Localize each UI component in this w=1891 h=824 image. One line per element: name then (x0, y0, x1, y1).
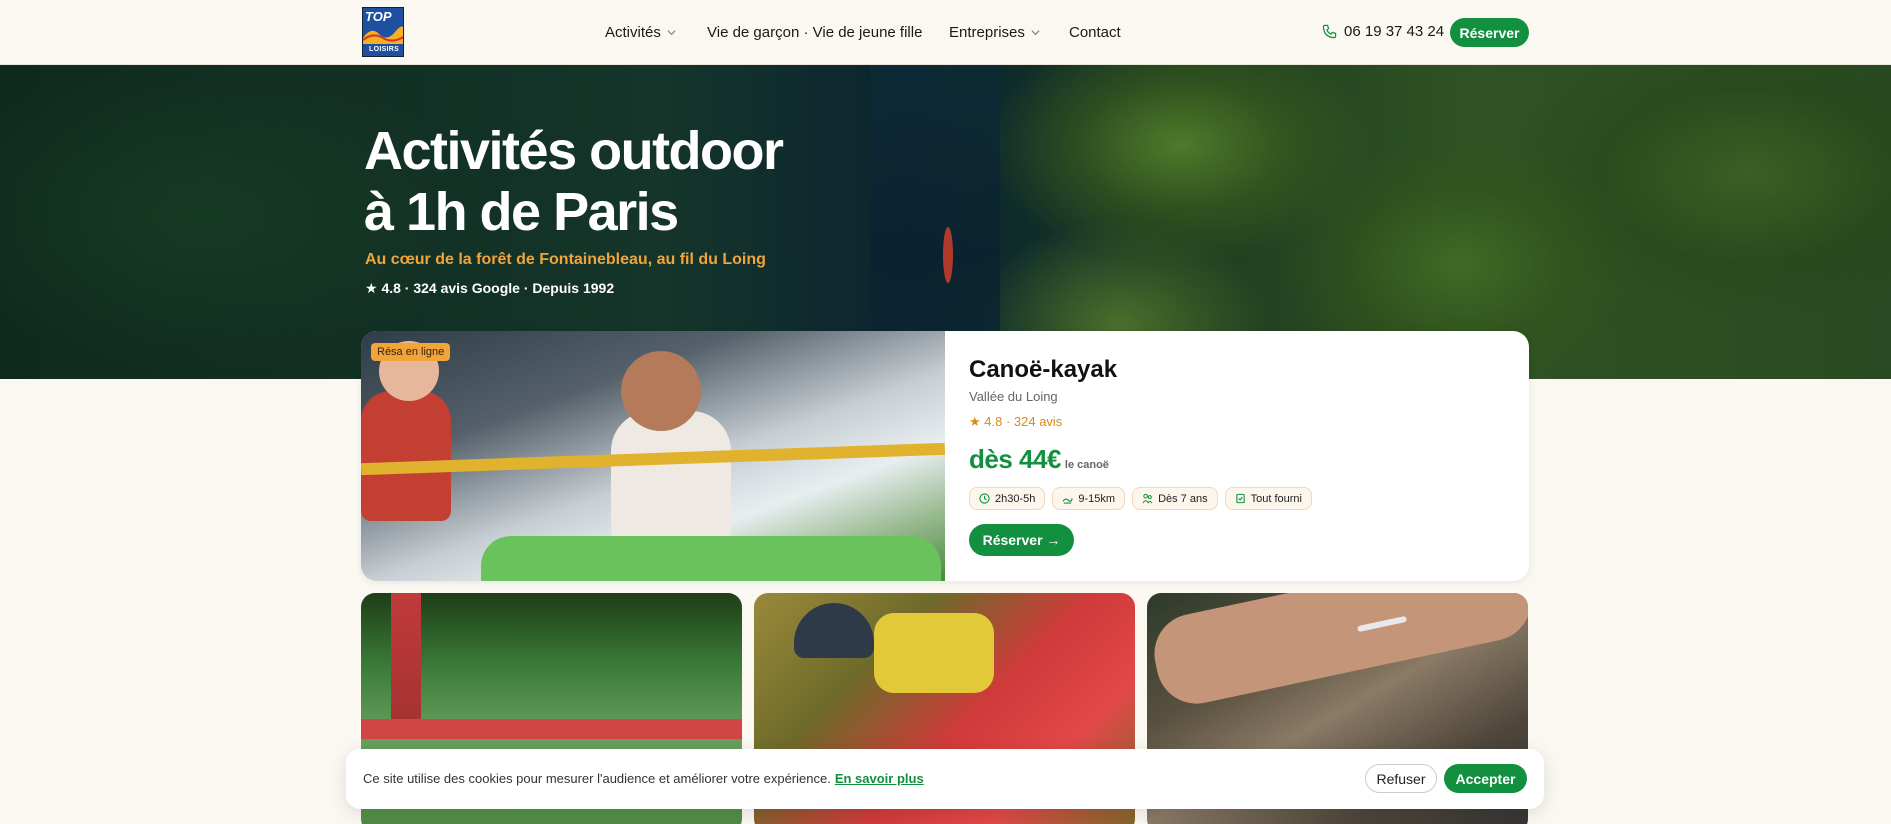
top-navbar: TOP LOISIRS Activités Vie de garçon · Vi… (0, 0, 1891, 65)
cookie-message: Ce site utilise des cookies pour mesurer… (363, 771, 924, 786)
nav-item-entreprises[interactable]: Entreprises (949, 0, 1040, 65)
nav-item-label: Activités (605, 24, 661, 41)
cookie-accept-button[interactable]: Accepter (1444, 764, 1527, 793)
phone-link[interactable]: 06 19 37 43 24 (1322, 23, 1444, 40)
tag-label: Tout fourni (1250, 492, 1302, 505)
featured-reserve-button[interactable]: Réserver → (969, 524, 1074, 556)
clock-icon (979, 493, 990, 504)
top-loisirs-logo[interactable]: TOP LOISIRS (362, 7, 404, 57)
tag-equipment: Tout fourni (1224, 487, 1312, 510)
featured-activity-card[interactable]: Résa en ligne Canoë-kayak Vallée du Loin… (361, 331, 1529, 581)
hero-subtitle: Au cœur de la forêt de Fontainebleau, au… (365, 251, 766, 268)
cookie-banner: Ce site utilise des cookies pour mesurer… (346, 749, 1544, 809)
tag-label: 2h30-5h (995, 492, 1036, 505)
price-unit: le canoë (1064, 459, 1109, 471)
cookie-learn-more-link[interactable]: En savoir plus (835, 771, 924, 786)
tag-distance: 9-15km (1052, 487, 1126, 510)
nav-item-contact[interactable]: Contact (1069, 0, 1121, 65)
tag-duration: 2h30-5h (969, 487, 1046, 510)
hero-kayak-image (943, 227, 953, 283)
hero-title: Activités outdoor à 1h de Paris (364, 121, 784, 242)
tag-age: Dès 7 ans (1132, 487, 1218, 510)
chevron-down-icon (1031, 30, 1040, 36)
activity-location: Vallée du Loing (969, 389, 1058, 404)
activity-title: Canoë-kayak (969, 356, 1118, 383)
phone-number: 06 19 37 43 24 (1344, 23, 1445, 40)
chevron-down-icon (667, 30, 676, 36)
nav-item-activites[interactable]: Activités (605, 0, 676, 65)
cookie-refuse-button[interactable]: Refuser (1365, 764, 1437, 793)
price-value: dès 44€ (969, 444, 1061, 474)
activity-tags: 2h30-5h 9-15km Dès 7 ans Tout fourni (969, 487, 1312, 510)
cookie-text: Ce site utilise des cookies pour mesurer… (363, 771, 831, 786)
logo-wave-icon (363, 26, 403, 44)
logo-bottom-text: LOISIRS (369, 46, 400, 53)
logo-top-text: TOP (365, 9, 392, 24)
nav-item-label: Entreprises (949, 24, 1025, 41)
people-icon (1142, 493, 1153, 504)
activity-price: dès 44€ le canoë (969, 444, 1109, 475)
nav-item-label: Contact (1069, 24, 1121, 41)
online-booking-badge: Résa en ligne (371, 343, 451, 361)
nav-reserve-button[interactable]: Réserver (1450, 18, 1529, 47)
phone-icon (1322, 24, 1337, 39)
nav-item-vie-de-garcon[interactable]: Vie de garçon · Vie de jeune fille (707, 0, 922, 65)
canoe-kayak-photo: Résa en ligne (361, 331, 945, 581)
nav-item-label: Vie de garçon · Vie de jeune fille (707, 24, 923, 41)
tag-label: 9-15km (1078, 492, 1116, 505)
hero-rating: ★ 4.8 · 324 avis Google · Depuis 1992 (365, 280, 615, 296)
activity-rating: ★ 4.8 · 324 avis (969, 414, 1063, 429)
equipment-icon (1235, 493, 1245, 504)
tag-label: Dès 7 ans (1158, 492, 1208, 505)
distance-icon (1062, 498, 1074, 504)
